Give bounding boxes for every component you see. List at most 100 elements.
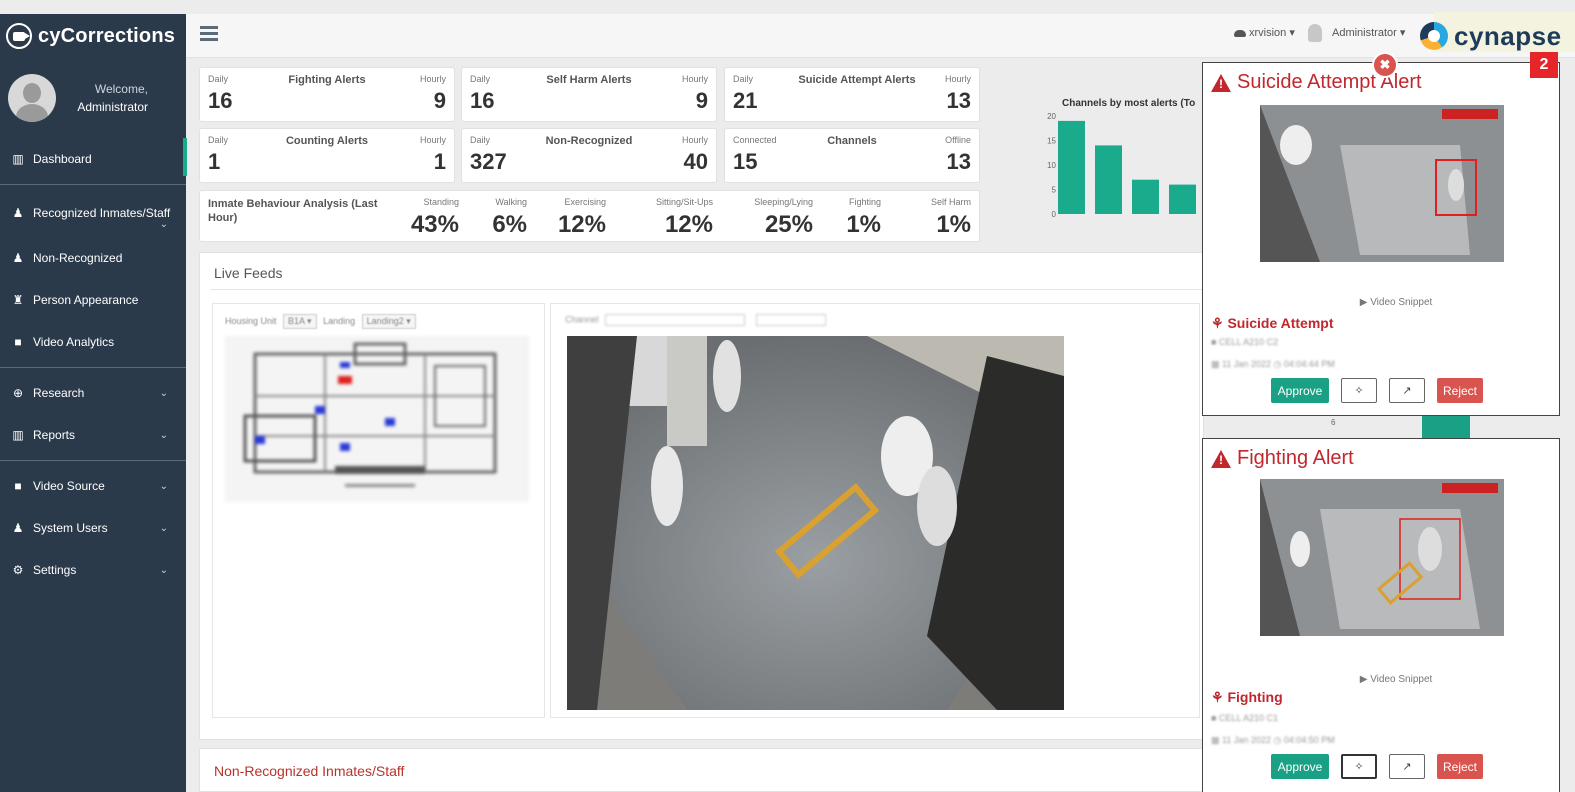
brand-logo[interactable]: cyCorrections xyxy=(0,14,186,58)
stat-right-value: 1 xyxy=(433,149,446,174)
stat-title: Counting Alerts xyxy=(285,135,369,147)
video-snippet-link[interactable]: ▶ Video Snippet xyxy=(1203,297,1559,308)
sidebar-item-system-users[interactable]: ♟ System Users ⌄ xyxy=(0,507,186,549)
camera-feed-box: Channel xyxy=(550,303,1200,718)
landing-select[interactable]: Landing2 ▾ xyxy=(361,314,416,329)
floor-plan-box: Housing Unit B1A ▾ Landing Landing2 ▾ xyxy=(212,303,545,718)
sidebar: cyCorrections Welcome, Administrator ▥ D… xyxy=(0,14,187,792)
sidebar-item-recognized[interactable]: ♟ Recognized Inmates/Staff ⌄ xyxy=(0,189,186,237)
avatar xyxy=(8,74,56,122)
y-tick-label: 10 xyxy=(1047,161,1056,170)
account-dropdown[interactable]: xrvision ▾ xyxy=(1234,26,1295,39)
stat-card-channels[interactable]: Connected Channels Offline 15 13 xyxy=(724,128,980,183)
non-recognized-title: Non-Recognized Inmates/Staff xyxy=(214,763,405,779)
warning-icon xyxy=(1211,73,1231,92)
alert-thumbnail[interactable] xyxy=(1260,479,1504,636)
stat-card-non-recognized[interactable]: Daily Non-Recognized Hourly 327 40 xyxy=(461,128,717,183)
stat-right-value: 9 xyxy=(433,88,446,113)
locate-button[interactable]: ✧ xyxy=(1341,378,1377,403)
alert-actions: Approve ✧ ↗ Reject xyxy=(1271,378,1483,403)
user-panel: Welcome, Administrator xyxy=(0,58,186,138)
fighting-alert-popup: Fighting Alert ▶ Video Snippet ⚘ Fightin… xyxy=(1202,438,1560,792)
chart-bar[interactable] xyxy=(1169,184,1196,214)
stat-card-suicide[interactable]: Daily Suicide Attempt Alerts Hourly 21 1… xyxy=(724,67,980,122)
alert-count-badge[interactable]: 2 xyxy=(1530,52,1558,78)
search-plus-icon: ⊕ xyxy=(12,386,24,400)
channel-search-input[interactable] xyxy=(755,314,826,326)
chart-bar[interactable] xyxy=(1132,179,1159,214)
approve-button[interactable]: Approve xyxy=(1271,378,1329,403)
stat-left-value: 21 xyxy=(733,88,758,113)
sidebar-item-label: Non-Recognized xyxy=(33,251,123,265)
sidebar-item-video-source[interactable]: ■ Video Source ⌄ xyxy=(0,465,186,507)
top-bar: xrvision ▾ Administrator ▾ xyxy=(186,14,1575,58)
welcome-text: Welcome, xyxy=(94,82,148,96)
locate-button[interactable]: ✧ xyxy=(1341,754,1377,779)
stat-card-counting[interactable]: Daily Counting Alerts Hourly 1 1 xyxy=(199,128,455,183)
chevron-down-icon: ⌄ xyxy=(159,219,168,230)
alert-camera-meta: ■ CELL A210 C1 xyxy=(1211,713,1279,723)
open-external-button[interactable]: ↗ xyxy=(1389,378,1425,403)
stat-card-fighting[interactable]: Daily Fighting Alerts Hourly 16 9 xyxy=(199,67,455,122)
floor-plan-map[interactable] xyxy=(225,336,529,502)
stat-title: Non-Recognized xyxy=(545,135,633,147)
chart-bar[interactable] xyxy=(1095,145,1122,214)
user-name: Administrator xyxy=(77,100,148,114)
y-tick-label: 20 xyxy=(1047,112,1056,121)
live-camera-video[interactable] xyxy=(567,336,1064,710)
brand-name: cyCorrections xyxy=(38,24,176,47)
sidebar-item-dashboard[interactable]: ▥ Dashboard xyxy=(0,138,187,180)
approve-button[interactable]: Approve xyxy=(1271,754,1329,779)
stat-card-self-harm[interactable]: Daily Self Harm Alerts Hourly 16 9 xyxy=(461,67,717,122)
sidebar-item-research[interactable]: ⊕ Research ⌄ xyxy=(0,372,186,414)
channels-alerts-chart: Channels by most alerts (To 0 5 10 15 20 xyxy=(1040,88,1205,228)
bar-chart-icon: ▥ xyxy=(12,152,24,166)
close-alert-button[interactable]: ✖ xyxy=(1372,52,1398,78)
sidebar-item-video-analytics[interactable]: ■ Video Analytics xyxy=(0,321,186,363)
reject-button[interactable]: Reject xyxy=(1437,754,1483,779)
live-feeds-panel: Live Feeds Housing Unit B1A ▾ Landing La… xyxy=(199,252,1204,740)
chevron-down-icon: ⌄ xyxy=(159,564,168,576)
behaviour-walking: Walking 6% xyxy=(492,197,527,238)
alert-thumbnail[interactable] xyxy=(1260,105,1504,262)
sidebar-item-person-appearance[interactable]: ♜ Person Appearance xyxy=(0,279,186,321)
sidebar-item-label: Video Source xyxy=(33,479,105,493)
alert-time-meta: ▦ 11 Jan 2022 ◷ 04:04:44 PM xyxy=(1211,359,1335,369)
sidebar-item-label: System Users xyxy=(33,521,108,535)
chevron-down-icon: ⌄ xyxy=(159,480,168,492)
gears-icon: ⚙ xyxy=(12,563,24,577)
open-external-button[interactable]: ↗ xyxy=(1389,754,1425,779)
sidebar-item-non-recognized[interactable]: ♟ Non-Recognized xyxy=(0,237,186,279)
video-camera-icon: ■ xyxy=(14,335,22,349)
external-link-icon: ↗ xyxy=(1402,761,1412,773)
chevron-down-icon: ⌄ xyxy=(159,522,168,534)
hamburger-menu-icon[interactable] xyxy=(200,26,218,42)
divider xyxy=(0,184,186,185)
chevron-down-icon: ⌄ xyxy=(159,387,168,399)
chart-svg: 0 5 10 15 20 xyxy=(1047,112,1205,219)
chart-bar[interactable] xyxy=(1058,120,1085,214)
behaviour-sleeping: Sleeping/Lying 25% xyxy=(754,197,813,238)
behaviour-fighting: Fighting 1% xyxy=(846,197,881,238)
sidebar-item-reports[interactable]: ▥ Reports ⌄ xyxy=(0,414,186,456)
cloud-icon xyxy=(1234,29,1246,37)
user-dropdown[interactable]: Administrator ▾ xyxy=(1308,24,1405,42)
chevron-down-icon: ⌄ xyxy=(159,429,168,441)
sidebar-item-label: Video Analytics xyxy=(33,335,115,349)
stat-right-label: Hourly xyxy=(419,74,446,84)
warning-icon xyxy=(1211,449,1231,468)
reject-button[interactable]: Reject xyxy=(1437,378,1483,403)
non-recognized-section: Non-Recognized Inmates/Staff xyxy=(199,748,1204,792)
axis-tick-partial: 6 xyxy=(1331,418,1336,427)
live-feeds-title: Live Feeds xyxy=(214,265,283,281)
behaviour-self-harm: Self Harm 1% xyxy=(930,197,971,238)
close-icon: ✖ xyxy=(1379,57,1391,72)
video-snippet-link[interactable]: ▶ Video Snippet xyxy=(1203,674,1559,685)
housing-unit-select[interactable]: B1A ▾ xyxy=(283,314,317,329)
divider xyxy=(0,367,186,368)
stat-left-value: 16 xyxy=(208,88,233,113)
stat-right-label: Offline xyxy=(945,135,971,145)
stat-title: Fighting Alerts xyxy=(288,74,366,86)
channel-select[interactable] xyxy=(605,314,746,326)
sidebar-item-settings[interactable]: ⚙ Settings ⌄ xyxy=(0,549,186,591)
